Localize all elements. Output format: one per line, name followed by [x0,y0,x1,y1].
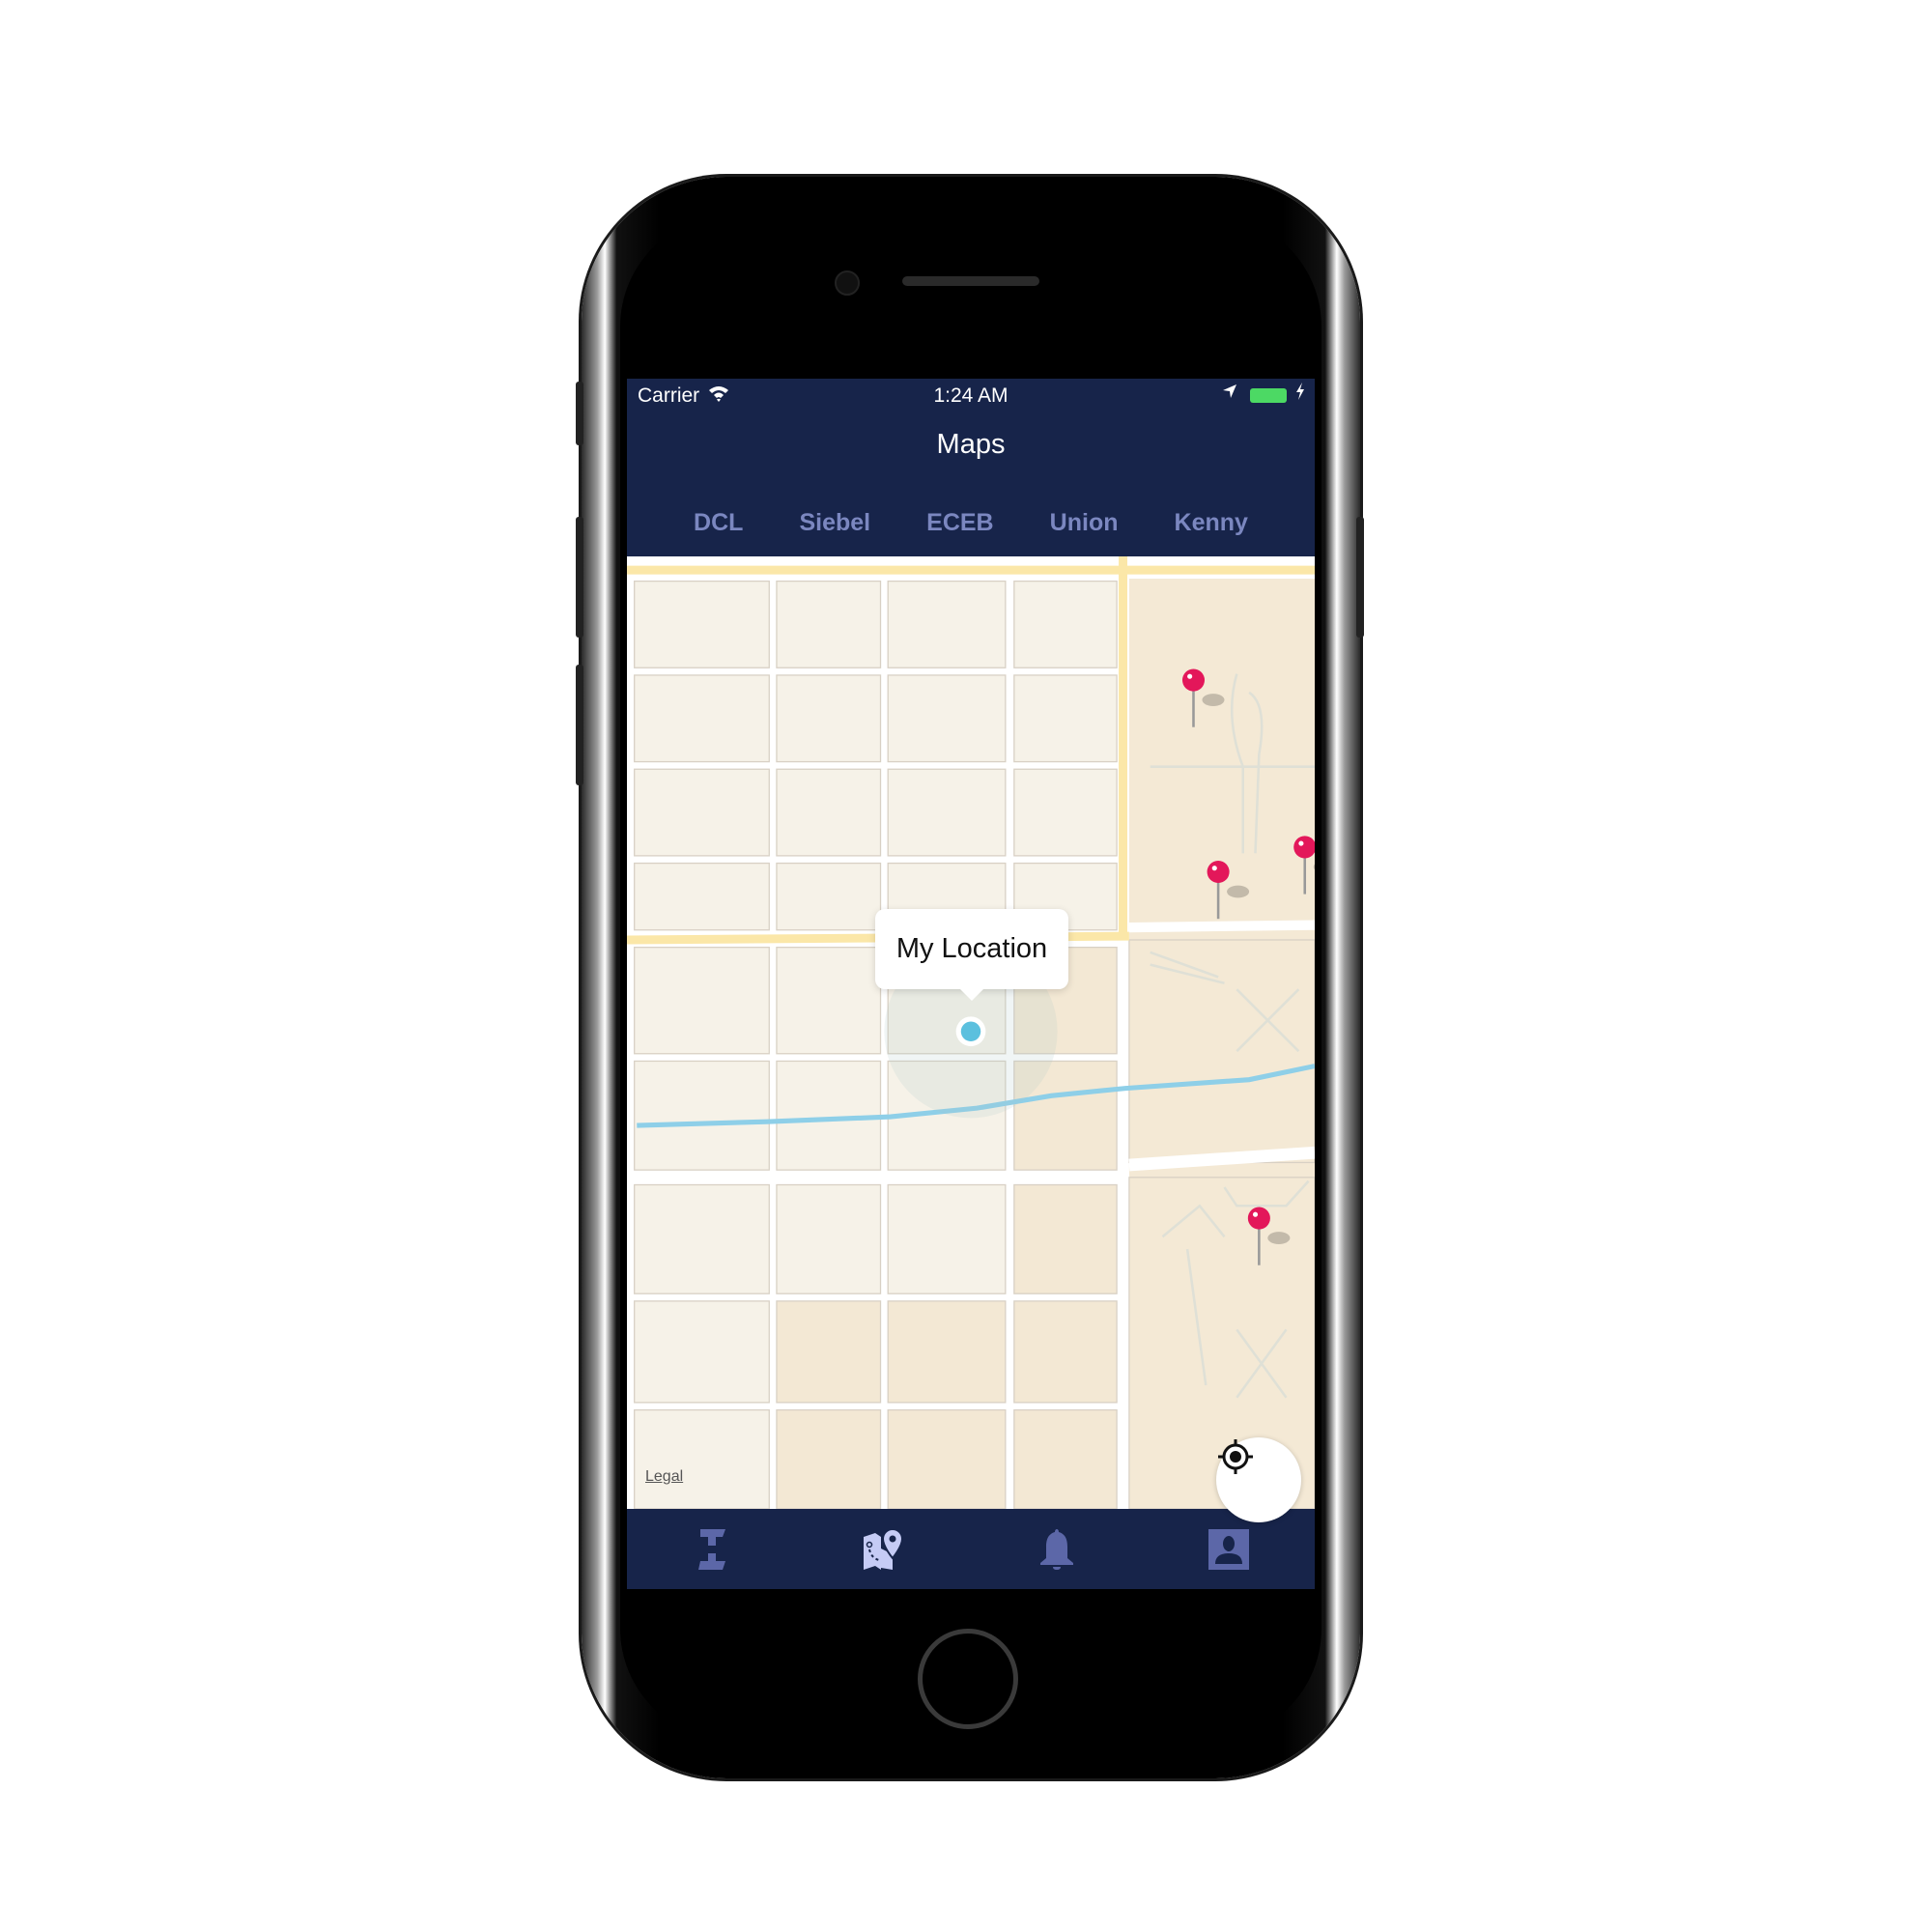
profile-icon [1208,1528,1249,1570]
tab-notifications[interactable] [1028,1520,1086,1578]
campus-block [1128,939,1315,1164]
pin-highlight [1252,1211,1259,1217]
location-services-icon [1222,383,1237,405]
pin-shadow [1202,694,1225,706]
legal-link[interactable]: Legal [645,1468,683,1486]
volume-up-button [576,517,583,638]
pin-shadow [1267,1232,1291,1244]
tab-kenny[interactable]: Kenny [1175,509,1248,537]
building-tabs: DCL Siebel ECEB Union Kenny [627,490,1315,556]
map-pin [1207,861,1230,884]
city-block [1013,1300,1118,1404]
city-block [1013,580,1118,668]
map-view[interactable]: My Location Legal [627,556,1315,1522]
city-block [634,1183,770,1294]
map-canvas[interactable] [627,556,1315,1509]
power-button [1356,517,1364,638]
city-block [1013,768,1118,857]
status-time: 1:24 AM [933,384,1009,407]
tab-siebel[interactable]: Siebel [799,509,870,537]
city-block [776,1408,882,1509]
city-block [776,768,882,857]
city-block [776,674,882,763]
tab-schedule[interactable] [684,1520,742,1578]
my-location-callout[interactable]: My Location [875,909,1068,1001]
city-block [1013,674,1118,763]
tab-eceb[interactable]: ECEB [926,509,993,537]
city-block [1013,1408,1118,1509]
road [1128,920,1315,933]
user-location-dot [960,1021,981,1041]
tab-union[interactable]: Union [1050,509,1119,537]
city-block [634,580,770,668]
bell-icon [1040,1528,1073,1570]
front-camera [835,270,860,296]
city-block [887,1183,1007,1294]
city-block [634,768,770,857]
crosshair-icon [1218,1439,1253,1474]
city-block [634,1408,770,1509]
city-block [887,1300,1007,1404]
city-block [776,862,882,931]
mute-switch [576,382,583,445]
city-block [776,947,882,1055]
pin-highlight [1211,866,1217,871]
earpiece-speaker [902,276,1039,286]
tab-map[interactable] [856,1520,914,1578]
tab-profile[interactable] [1200,1520,1258,1578]
city-block [887,674,1007,763]
status-bar: Carrier 1:24 AM [627,379,1315,412]
city-block [776,580,882,668]
map-pin [1181,668,1206,692]
city-block [776,1183,882,1294]
tab-dcl[interactable]: DCL [694,509,743,537]
city-block [887,1408,1007,1509]
city-block [634,674,770,763]
app-screen: Carrier 1:24 AM Maps DCL Siebel ECEB Uni… [627,379,1315,1589]
city-block [887,768,1007,857]
city-block [634,947,770,1055]
city-block [634,1300,770,1404]
pin-highlight [1187,673,1193,679]
home-button[interactable] [918,1629,1018,1729]
schedule-icon [698,1528,725,1570]
city-block [634,862,770,931]
map-icon [864,1528,904,1570]
pin-highlight [1298,840,1304,846]
city-block [887,580,1007,668]
pin-shadow [1227,885,1250,898]
city-block [1013,1183,1118,1294]
volume-down-button [576,665,583,785]
charging-icon [1295,383,1305,405]
page-title: Maps [936,429,1006,460]
city-block [776,1300,882,1404]
tab-bar [627,1509,1315,1589]
city-block [634,1060,770,1171]
battery-icon [1250,388,1287,403]
map-pin [1247,1207,1270,1230]
